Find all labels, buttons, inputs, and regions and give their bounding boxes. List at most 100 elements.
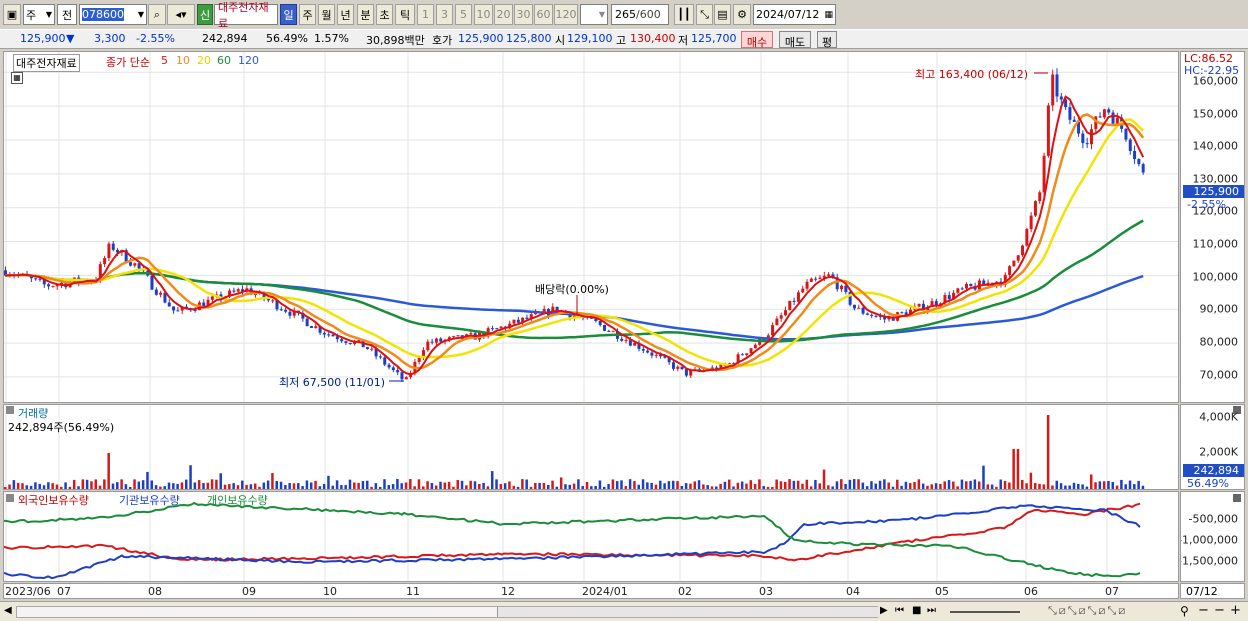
sell-button[interactable]: 매도 <box>779 31 811 49</box>
period-day[interactable]: 일 <box>280 4 297 25</box>
speaker-icon[interactable]: ◂▾ <box>167 4 195 25</box>
candle <box>314 326 318 329</box>
interval-select[interactable]: ▼ <box>580 4 608 25</box>
volume-bar <box>965 481 968 489</box>
scroll-right-icon[interactable]: ▶ <box>880 605 888 616</box>
holding-chart[interactable]: 외국인보유수량 기관보유수량 개인보유수량 <box>3 491 1179 582</box>
period-month[interactable]: 월 <box>318 4 335 25</box>
save-icon[interactable]: ▤ <box>714 4 731 25</box>
stop-icon[interactable]: ■ <box>912 605 921 616</box>
date-input[interactable]: 2024/07/12 ▦ <box>753 4 836 25</box>
volume-bar <box>659 480 662 489</box>
zoom-out-small-icon[interactable]: − <box>1214 603 1225 618</box>
candle <box>426 341 430 351</box>
scrollbar-thumb[interactable] <box>497 607 879 617</box>
panel-handle-icon[interactable] <box>6 406 14 414</box>
volume-bar <box>249 484 253 489</box>
volume-bar <box>25 485 29 489</box>
candle <box>193 309 197 311</box>
ma10-legend: 10 <box>176 54 190 67</box>
interval-120[interactable]: 120 <box>554 4 578 25</box>
code-input[interactable]: 078600 ▼ <box>79 4 147 25</box>
fast-forward-icon[interactable]: ⏭ <box>927 605 936 616</box>
panel-close-icon[interactable] <box>1233 494 1241 502</box>
volume-bar <box>641 479 645 489</box>
volume-bar <box>202 482 205 489</box>
candle <box>288 311 292 316</box>
volume-bar <box>969 480 972 489</box>
interval-3[interactable]: 3 <box>436 4 453 25</box>
volume-bar <box>503 483 507 489</box>
market-type-select[interactable]: 주 ▼ <box>23 4 55 25</box>
volume-bar <box>525 479 528 489</box>
grid-toggle-icon[interactable]: ▦ <box>11 72 23 84</box>
zoom-in-icon[interactable]: + <box>1230 603 1241 618</box>
interval-5[interactable]: 5 <box>455 4 472 25</box>
volume-bar <box>1137 480 1140 489</box>
candle <box>840 285 844 290</box>
candle-type-icon[interactable]: ┃┃ <box>674 4 694 25</box>
buy-button[interactable]: 매수 <box>741 31 773 49</box>
x-tick: 10 <box>323 585 337 598</box>
scroll-left-icon[interactable]: ◀ <box>4 605 12 616</box>
candle <box>404 377 408 380</box>
price-axis[interactable]: LC:86.52 HC:-22.95 160,000 150,000 140,0… <box>1180 51 1245 403</box>
volume-ratio: 56.49% <box>266 32 308 45</box>
volume-axis[interactable]: 4,000K 2,000K 242,894 56.49% <box>1180 404 1245 490</box>
volume-bar <box>64 482 67 489</box>
zoom-slider[interactable] <box>950 611 1020 613</box>
candle <box>865 313 869 315</box>
line-tool-icon[interactable]: ⤡ <box>696 4 713 25</box>
volume-bar <box>784 481 787 489</box>
window-menu-icon[interactable]: ▣ <box>3 4 21 25</box>
volume-bar <box>585 482 589 489</box>
interval-20[interactable]: 20 <box>494 4 513 25</box>
volume-bar <box>189 465 192 489</box>
volume-bar <box>460 480 464 489</box>
volume-bar <box>141 480 145 489</box>
hold-tick: -500,000 <box>1188 512 1238 526</box>
rewind-icon[interactable]: ⏮ <box>895 605 904 616</box>
volume-bar <box>706 485 709 489</box>
interval-10[interactable]: 10 <box>474 4 493 25</box>
volume-bar <box>284 485 287 489</box>
period-minute[interactable]: 분 <box>357 4 374 25</box>
down-arrow-icon: ▼ <box>66 32 75 45</box>
candle <box>934 301 938 305</box>
search-icon[interactable]: ⌕ <box>148 4 166 25</box>
candle <box>775 318 779 326</box>
candle <box>771 325 775 336</box>
candle <box>676 366 680 369</box>
volume-chart[interactable]: 거래량 242,894주(56.49%) <box>3 404 1179 490</box>
period-week[interactable]: 주 <box>299 4 316 25</box>
interval-60[interactable]: 60 <box>534 4 553 25</box>
hold-tick: -1,000,000 <box>1180 533 1238 547</box>
drawing-tools-icons[interactable]: ⤡⧄⤡⧄⤡⧄⤡⧄ <box>1048 604 1127 618</box>
zoom-search-icon[interactable]: ⚲ <box>1180 604 1189 618</box>
volume-bar <box>400 483 403 489</box>
eval-button[interactable]: 평 <box>817 31 837 49</box>
volume-bar <box>72 479 76 489</box>
chart-title[interactable]: 대주전자재료 <box>13 54 80 72</box>
period-tick[interactable]: 틱 <box>395 4 415 25</box>
holding-axis[interactable]: -500,000 -1,000,000 -1,500,000 <box>1180 491 1245 582</box>
scrollbar-track[interactable] <box>16 606 879 618</box>
count-input[interactable]: 265/600 <box>611 4 669 25</box>
candle <box>154 289 158 295</box>
candle <box>1128 139 1132 151</box>
candle <box>1059 96 1063 100</box>
chart-kind-select[interactable]: 전 <box>57 4 77 25</box>
price-chart[interactable]: 대주전자재료 종가 단순 5 10 20 60 120 ▦ 최고 163,400… <box>3 51 1179 403</box>
gear-icon[interactable]: ⚙ <box>733 4 751 25</box>
x-axis[interactable]: 2023/06 07 08 09 10 11 12 2024/01 02 03 … <box>3 583 1179 599</box>
low-annotation: 최저 67,500 (11/01) <box>279 376 386 389</box>
candle <box>103 258 107 265</box>
period-year[interactable]: 년 <box>337 4 354 25</box>
panel-handle-icon[interactable] <box>6 494 14 502</box>
zoom-out-icon[interactable]: − <box>1198 603 1209 618</box>
interval-30[interactable]: 30 <box>514 4 533 25</box>
candle <box>779 315 783 319</box>
volume-bar <box>1021 479 1024 489</box>
period-second[interactable]: 초 <box>376 4 393 25</box>
interval-1[interactable]: 1 <box>417 4 434 25</box>
